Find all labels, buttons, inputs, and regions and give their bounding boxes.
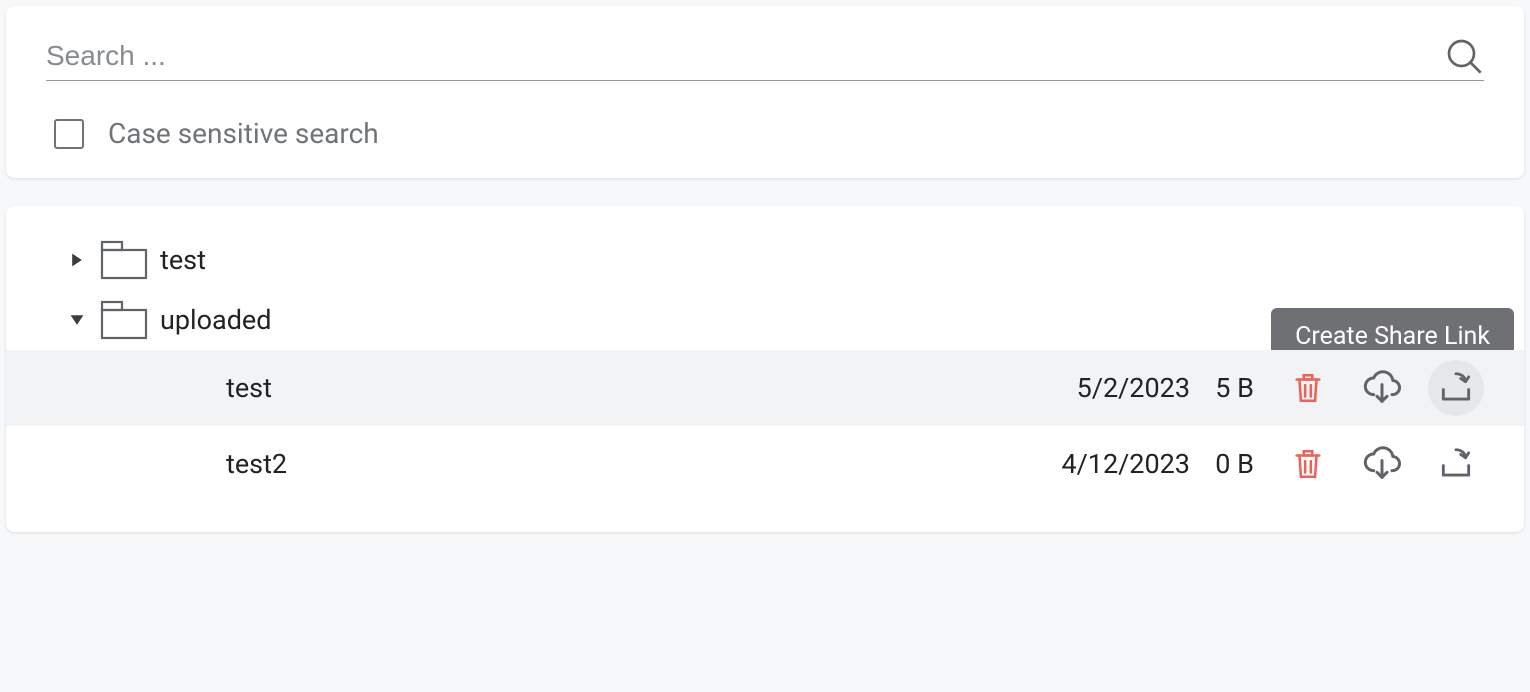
folder-name: uploaded — [160, 304, 1484, 336]
case-sensitive-checkbox[interactable] — [54, 119, 84, 149]
file-tree-panel: test uploaded Create Share Link test 5/2… — [6, 206, 1524, 532]
search-row — [46, 36, 1484, 81]
file-name: test2 — [226, 448, 1049, 480]
file-date: 4/12/2023 — [1061, 448, 1190, 480]
folder-row[interactable]: test — [6, 230, 1524, 290]
delete-button[interactable] — [1280, 360, 1336, 416]
folder-name: test — [160, 244, 1484, 276]
delete-button[interactable] — [1280, 436, 1336, 492]
file-size: 0 B — [1208, 448, 1254, 480]
folder-icon — [100, 240, 148, 280]
file-meta: 4/12/2023 0 B — [1061, 436, 1484, 492]
file-meta: 5/2/2023 5 B — [1077, 360, 1484, 416]
file-row[interactable]: test 5/2/2023 5 B — [6, 350, 1524, 426]
case-sensitive-row: Case sensitive search — [46, 117, 1484, 150]
share-button[interactable] — [1428, 436, 1484, 492]
file-actions — [1280, 360, 1484, 416]
folder-icon — [100, 300, 148, 340]
folder-row[interactable]: uploaded — [6, 290, 1524, 350]
file-name: test — [226, 372, 1065, 404]
case-sensitive-label: Case sensitive search — [108, 117, 379, 150]
expand-collapsed-icon[interactable] — [66, 249, 88, 271]
search-panel: Case sensitive search — [6, 6, 1524, 178]
file-actions — [1280, 436, 1484, 492]
file-date: 5/2/2023 — [1077, 372, 1190, 404]
expand-expanded-icon[interactable] — [66, 309, 88, 331]
download-button[interactable] — [1354, 360, 1410, 416]
share-button[interactable] — [1428, 360, 1484, 416]
file-row[interactable]: test2 4/12/2023 0 B — [6, 426, 1524, 502]
search-icon[interactable] — [1444, 36, 1484, 76]
file-size: 5 B — [1208, 372, 1254, 404]
search-input[interactable] — [46, 40, 1444, 72]
download-button[interactable] — [1354, 436, 1410, 492]
